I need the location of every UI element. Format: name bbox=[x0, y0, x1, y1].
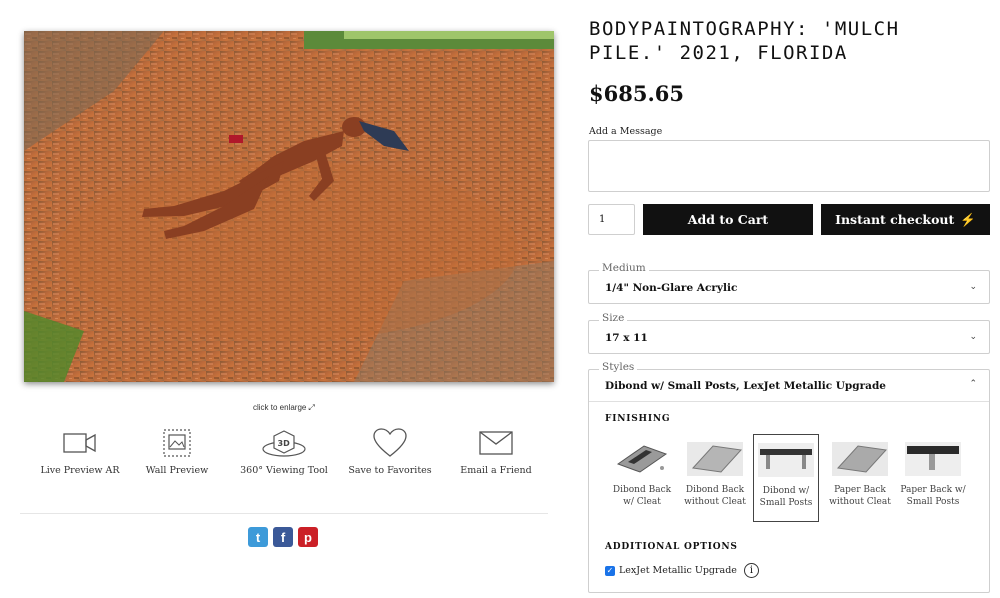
lexjet-metallic-option: ✓ LexJet Metallic Upgrade i bbox=[605, 563, 759, 578]
email-a-friend-button[interactable]: Email a Friend bbox=[441, 425, 551, 476]
divider bbox=[20, 513, 548, 514]
lexjet-checkbox[interactable]: ✓ bbox=[605, 565, 615, 576]
tool-label: 360° Viewing Tool bbox=[240, 465, 328, 476]
finishing-option[interactable]: Dibond Back without Cleat bbox=[682, 434, 748, 522]
additional-options-title: ADDITIONAL OPTIONS bbox=[605, 542, 738, 552]
click-to-enlarge[interactable]: click to enlarge ⤢ bbox=[253, 403, 315, 413]
twitter-icon: t bbox=[255, 529, 261, 545]
styles-panel: Styles Dibond w/ Small Posts, LexJet Met… bbox=[588, 361, 990, 593]
save-to-favorites-button[interactable]: Save to Favorites bbox=[335, 425, 445, 476]
envelope-icon bbox=[441, 425, 551, 461]
medium-legend: Medium bbox=[599, 262, 649, 274]
tool-label: Email a Friend bbox=[460, 465, 532, 476]
lightning-icon: ⚡ bbox=[960, 211, 976, 227]
styles-select-header[interactable]: Dibond w/ Small Posts, LexJet Metallic U… bbox=[589, 370, 989, 402]
add-to-cart-button[interactable]: Add to Cart bbox=[643, 204, 813, 235]
tool-label: Wall Preview bbox=[145, 465, 209, 476]
heart-icon bbox=[335, 425, 445, 461]
3d-cube-icon: 3D bbox=[229, 425, 339, 461]
size-value: 17 x 11 bbox=[605, 332, 648, 344]
svg-text:3D: 3D bbox=[278, 439, 291, 448]
artwork-photo bbox=[24, 31, 554, 382]
finishing-option[interactable]: Dibond Back w/ Cleat bbox=[609, 434, 675, 522]
enlarge-label: click to enlarge bbox=[253, 403, 307, 412]
facebook-icon: f bbox=[280, 529, 286, 545]
dibond-small-posts-thumb bbox=[758, 443, 814, 477]
pinterest-share-button[interactable]: p bbox=[298, 527, 318, 547]
option-label: Dibond Back without Cleat bbox=[684, 485, 746, 507]
product-title: BODYPAINTOGRAPHY: 'MULCH PILE.' 2021, FL… bbox=[589, 18, 900, 64]
finishing-option[interactable]: Paper Back w/ Small Posts bbox=[900, 434, 966, 522]
size-select[interactable]: Size 17 x 11 ⌄ bbox=[588, 312, 990, 354]
facebook-share-button[interactable]: f bbox=[273, 527, 293, 547]
finishing-option-selected[interactable]: Dibond w/ Small Posts bbox=[753, 434, 819, 522]
tool-label: Save to Favorites bbox=[348, 465, 432, 476]
chevron-down-icon: ⌄ bbox=[969, 332, 977, 342]
paper-no-cleat-thumb bbox=[832, 442, 888, 476]
wall-frame-icon bbox=[122, 425, 232, 461]
360-viewing-tool-button[interactable]: 3D 360° Viewing Tool bbox=[229, 425, 339, 476]
info-icon[interactable]: i bbox=[743, 563, 759, 578]
paper-small-posts-thumb bbox=[905, 442, 961, 476]
chevron-up-icon: ⌃ bbox=[969, 379, 977, 389]
twitter-share-button[interactable]: t bbox=[248, 527, 268, 547]
expand-arrow-icon: ⤢ bbox=[308, 403, 315, 412]
quantity-value: 1 bbox=[599, 214, 606, 225]
instant-checkout-label: Instant checkout bbox=[835, 212, 955, 227]
option-label: Dibond Back w/ Cleat bbox=[612, 485, 672, 507]
product-price: $685.65 bbox=[589, 81, 684, 106]
medium-select[interactable]: Medium 1/4" Non-Glare Acrylic ⌄ bbox=[588, 262, 990, 304]
option-label: Dibond w/ Small Posts bbox=[759, 486, 813, 508]
add-message-label: Add a Message bbox=[589, 126, 663, 137]
instant-checkout-button[interactable]: Instant checkout ⚡ bbox=[821, 204, 990, 235]
wall-preview-button[interactable]: Wall Preview bbox=[122, 425, 232, 476]
product-image[interactable] bbox=[24, 31, 554, 382]
size-legend: Size bbox=[599, 312, 628, 324]
finishing-options: Dibond Back w/ Cleat Dibond Back without… bbox=[605, 434, 985, 524]
finishing-option[interactable]: Paper Back without Cleat bbox=[827, 434, 893, 522]
finishing-title: FINISHING bbox=[605, 414, 671, 424]
viewing-tools: Live Preview AR Wall Preview 3D 360° Vie… bbox=[20, 425, 550, 485]
video-camera-icon bbox=[25, 425, 135, 461]
medium-value: 1/4" Non-Glare Acrylic bbox=[605, 282, 738, 294]
lexjet-label: LexJet Metallic Upgrade bbox=[619, 565, 737, 576]
styles-value: Dibond w/ Small Posts, LexJet Metallic U… bbox=[605, 380, 886, 392]
chevron-down-icon: ⌄ bbox=[969, 282, 977, 292]
dibond-no-cleat-thumb bbox=[687, 442, 743, 476]
social-share: t f p bbox=[248, 527, 318, 547]
dibond-cleat-thumb bbox=[616, 445, 668, 473]
tool-label: Live Preview AR bbox=[40, 465, 120, 476]
message-textarea[interactable] bbox=[588, 140, 990, 192]
option-label: Paper Back w/ Small Posts bbox=[900, 485, 966, 507]
live-preview-ar-button[interactable]: Live Preview AR bbox=[25, 425, 135, 476]
pinterest-icon: p bbox=[304, 529, 312, 545]
quantity-input[interactable]: 1 bbox=[588, 204, 635, 235]
option-label: Paper Back without Cleat bbox=[829, 485, 891, 507]
